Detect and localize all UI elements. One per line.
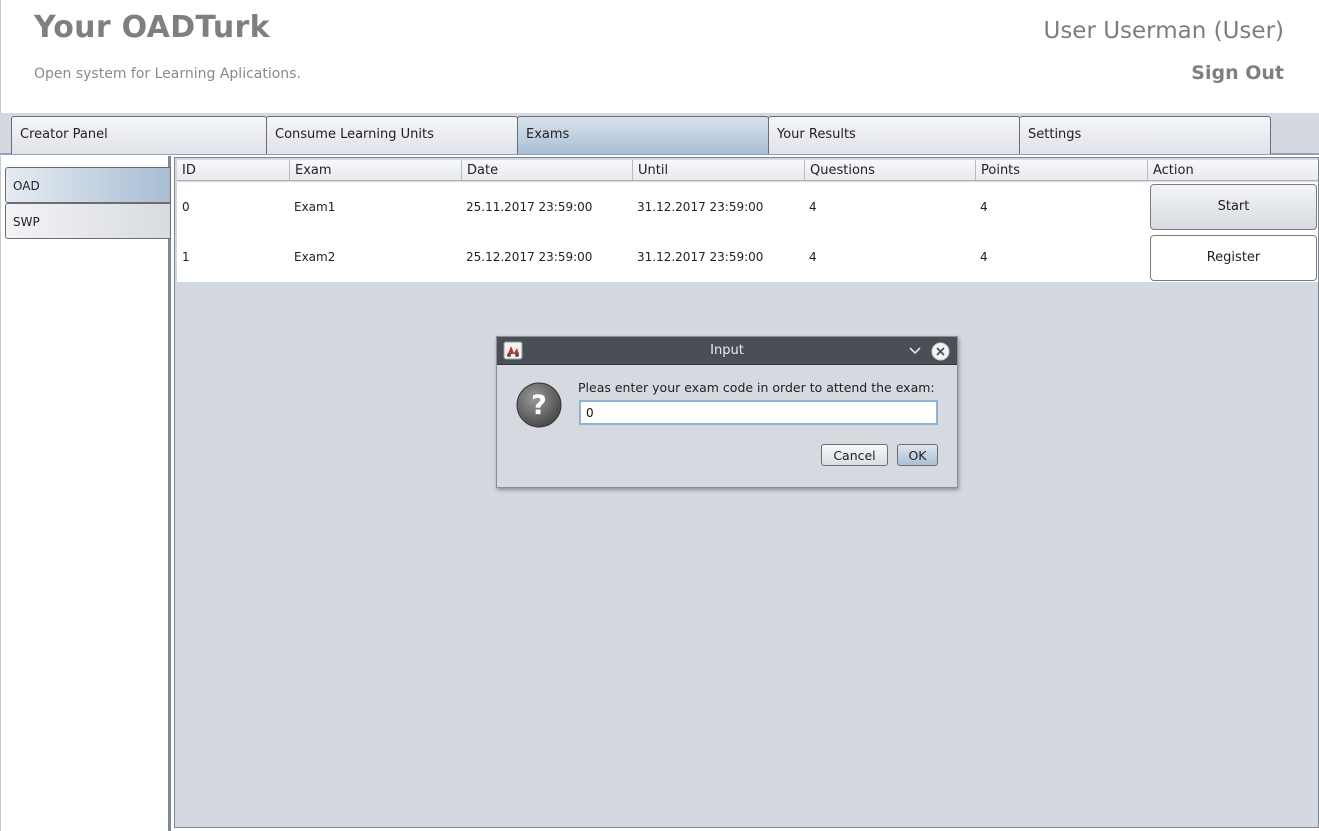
- column-header-exam[interactable]: Exam: [289, 160, 461, 181]
- column-header-questions[interactable]: Questions: [804, 160, 975, 181]
- chevron-down-icon[interactable]: [908, 343, 922, 357]
- question-icon: ?: [515, 381, 563, 429]
- tab-your-results[interactable]: Your Results: [768, 116, 1020, 154]
- cell-id: 0: [182, 200, 190, 214]
- ok-button[interactable]: OK: [897, 444, 938, 466]
- register-button[interactable]: Register: [1150, 235, 1317, 281]
- column-header-until[interactable]: Until: [632, 160, 804, 181]
- side-panel: OAD SWP: [0, 156, 171, 831]
- tab-consume-learning-units[interactable]: Consume Learning Units: [266, 116, 518, 154]
- cell-points: 4: [980, 250, 988, 264]
- app-title: Your OADTurk: [34, 10, 270, 45]
- table-header: ID Exam Date Until Questions Points Acti…: [177, 160, 1318, 181]
- dialog-title: Input: [710, 343, 744, 358]
- cell-date: 25.12.2017 23:59:00: [466, 250, 593, 264]
- svg-text:?: ?: [531, 390, 547, 421]
- tab-creator-panel[interactable]: Creator Panel: [11, 116, 267, 154]
- header: Your OADTurk Open system for Learning Ap…: [0, 0, 1319, 113]
- cell-until: 31.12.2017 23:59:00: [637, 250, 764, 264]
- user-name: User Userman (User): [1043, 18, 1284, 44]
- cell-date: 25.11.2017 23:59:00: [466, 200, 593, 214]
- exam-table-panel: ID Exam Date Until Questions Points Acti…: [174, 157, 1319, 828]
- cell-questions: 4: [809, 250, 817, 264]
- cell-exam: Exam2: [294, 250, 336, 264]
- cell-until: 31.12.2017 23:59:00: [637, 200, 764, 214]
- cell-questions: 4: [809, 200, 817, 214]
- dialog-titlebar[interactable]: Input: [497, 337, 957, 365]
- cell-points: 4: [980, 200, 988, 214]
- table-row[interactable]: 0 Exam1 25.11.2017 23:59:00 31.12.2017 2…: [177, 182, 1318, 232]
- start-button[interactable]: Start: [1150, 184, 1317, 230]
- table-row[interactable]: 1 Exam2 25.12.2017 23:59:00 31.12.2017 2…: [177, 232, 1318, 282]
- input-dialog: Input ? Pleas enter your exam code in or…: [496, 336, 958, 488]
- side-tab-swp[interactable]: SWP: [5, 203, 171, 239]
- dialog-message: Pleas enter your exam code in order to a…: [578, 380, 935, 395]
- column-header-date[interactable]: Date: [461, 160, 632, 181]
- side-tab-oad[interactable]: OAD: [5, 167, 171, 203]
- table-body: 0 Exam1 25.11.2017 23:59:00 31.12.2017 2…: [177, 182, 1318, 282]
- column-header-action[interactable]: Action: [1147, 160, 1318, 181]
- app-window: Your OADTurk Open system for Learning Ap…: [0, 0, 1319, 831]
- exam-code-input[interactable]: [579, 400, 938, 425]
- close-icon[interactable]: [931, 342, 950, 361]
- tab-exams[interactable]: Exams: [517, 116, 769, 154]
- app-subtitle: Open system for Learning Aplications.: [34, 66, 301, 82]
- cell-exam: Exam1: [294, 200, 336, 214]
- column-header-id[interactable]: ID: [177, 160, 289, 181]
- column-header-points[interactable]: Points: [975, 160, 1147, 181]
- cell-id: 1: [182, 250, 190, 264]
- tab-settings[interactable]: Settings: [1019, 116, 1271, 154]
- sign-out-link[interactable]: Sign Out: [1191, 62, 1284, 84]
- main-tab-strip: Creator Panel Consume Learning Units Exa…: [0, 113, 1319, 155]
- cancel-button[interactable]: Cancel: [821, 444, 888, 466]
